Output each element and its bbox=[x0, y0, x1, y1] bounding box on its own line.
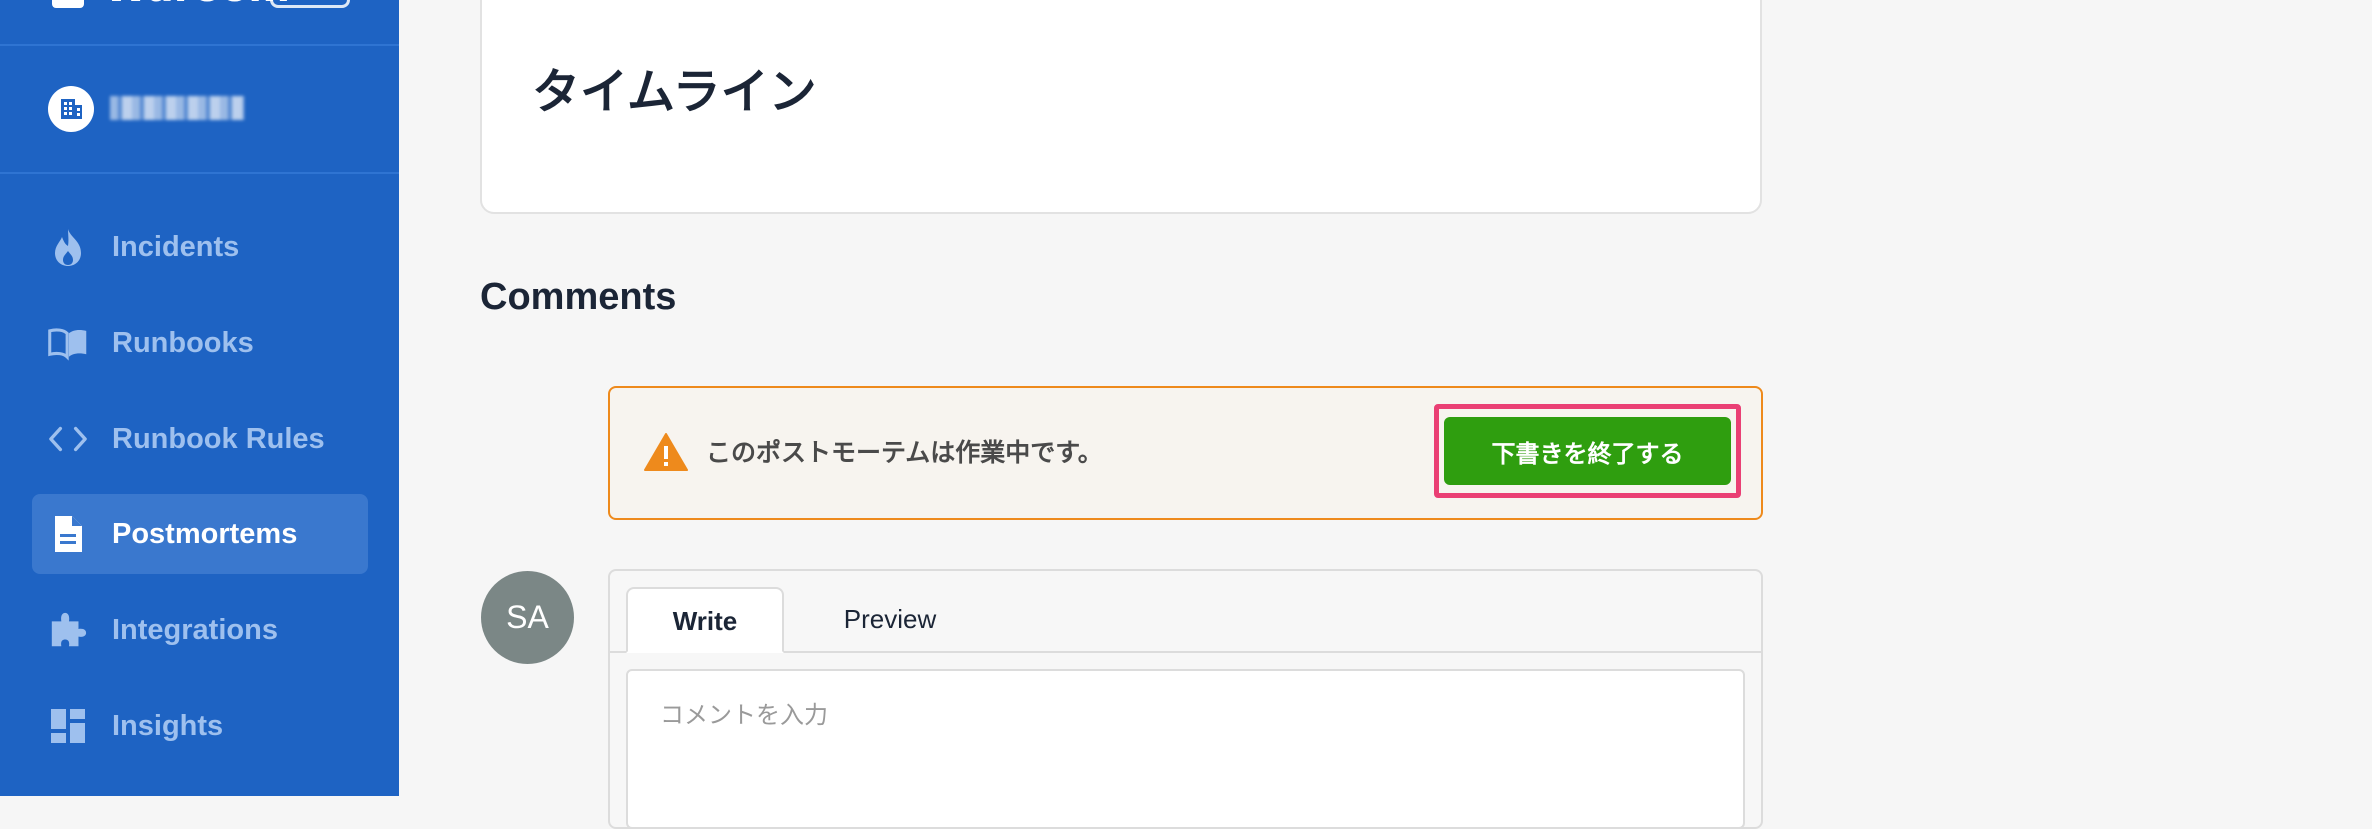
sidebar-item-postmortems[interactable]: Postmortems bbox=[32, 494, 368, 574]
end-draft-button[interactable]: 下書きを終了する bbox=[1444, 417, 1731, 485]
code-icon bbox=[48, 419, 88, 459]
sidebar-item-integrations[interactable]: Integrations bbox=[32, 590, 368, 670]
editor-tabs: Write Preview bbox=[610, 571, 1761, 653]
comment-editor: Write Preview bbox=[608, 569, 1763, 829]
tab-preview[interactable]: Preview bbox=[810, 587, 970, 651]
building-icon bbox=[48, 86, 94, 132]
sidebar-item-runbooks[interactable]: Runbooks bbox=[32, 303, 368, 383]
sidebar-item-label: Runbook Rules bbox=[112, 423, 325, 455]
document-icon bbox=[48, 514, 88, 554]
brand-badge bbox=[270, 0, 350, 8]
sidebar-item-runbook-rules[interactable]: Runbook Rules bbox=[32, 399, 368, 479]
sidebar-item-label: Integrations bbox=[112, 614, 278, 646]
sidebar-item-incidents[interactable]: Incidents bbox=[32, 207, 368, 287]
sidebar-item-label: Runbooks bbox=[112, 327, 254, 359]
brand-header: Waroom bbox=[0, 0, 399, 46]
timeline-card: タイムライン bbox=[480, 0, 1762, 214]
dashboard-icon bbox=[48, 706, 88, 746]
sidebar-item-label: Insights bbox=[112, 710, 224, 742]
timeline-title: タイムライン bbox=[532, 64, 817, 120]
organization-name bbox=[110, 96, 244, 120]
comments-heading: Comments bbox=[480, 276, 677, 318]
sidebar-item-insights[interactable]: Insights bbox=[32, 686, 368, 766]
sidebar: Waroom bbox=[0, 0, 399, 796]
avatar: SA bbox=[481, 571, 574, 664]
warning-icon bbox=[644, 433, 688, 471]
button-highlight: 下書きを終了する bbox=[1434, 404, 1741, 498]
draft-warning-alert: このポストモーテムは作業中です。 下書きを終了する bbox=[608, 386, 1763, 520]
book-icon bbox=[48, 323, 88, 363]
comment-input[interactable] bbox=[626, 669, 1745, 829]
alert-message: このポストモーテムは作業中です。 bbox=[706, 438, 1103, 467]
sidebar-item-label: Incidents bbox=[112, 231, 240, 263]
sidebar-item-label: Postmortems bbox=[112, 518, 298, 550]
organization-switcher[interactable] bbox=[0, 46, 399, 174]
puzzle-icon bbox=[48, 610, 88, 650]
flame-icon bbox=[48, 227, 88, 267]
brand-name[interactable]: Waroom bbox=[104, 0, 290, 10]
tab-write[interactable]: Write bbox=[626, 587, 784, 653]
user-icon bbox=[52, 0, 84, 8]
